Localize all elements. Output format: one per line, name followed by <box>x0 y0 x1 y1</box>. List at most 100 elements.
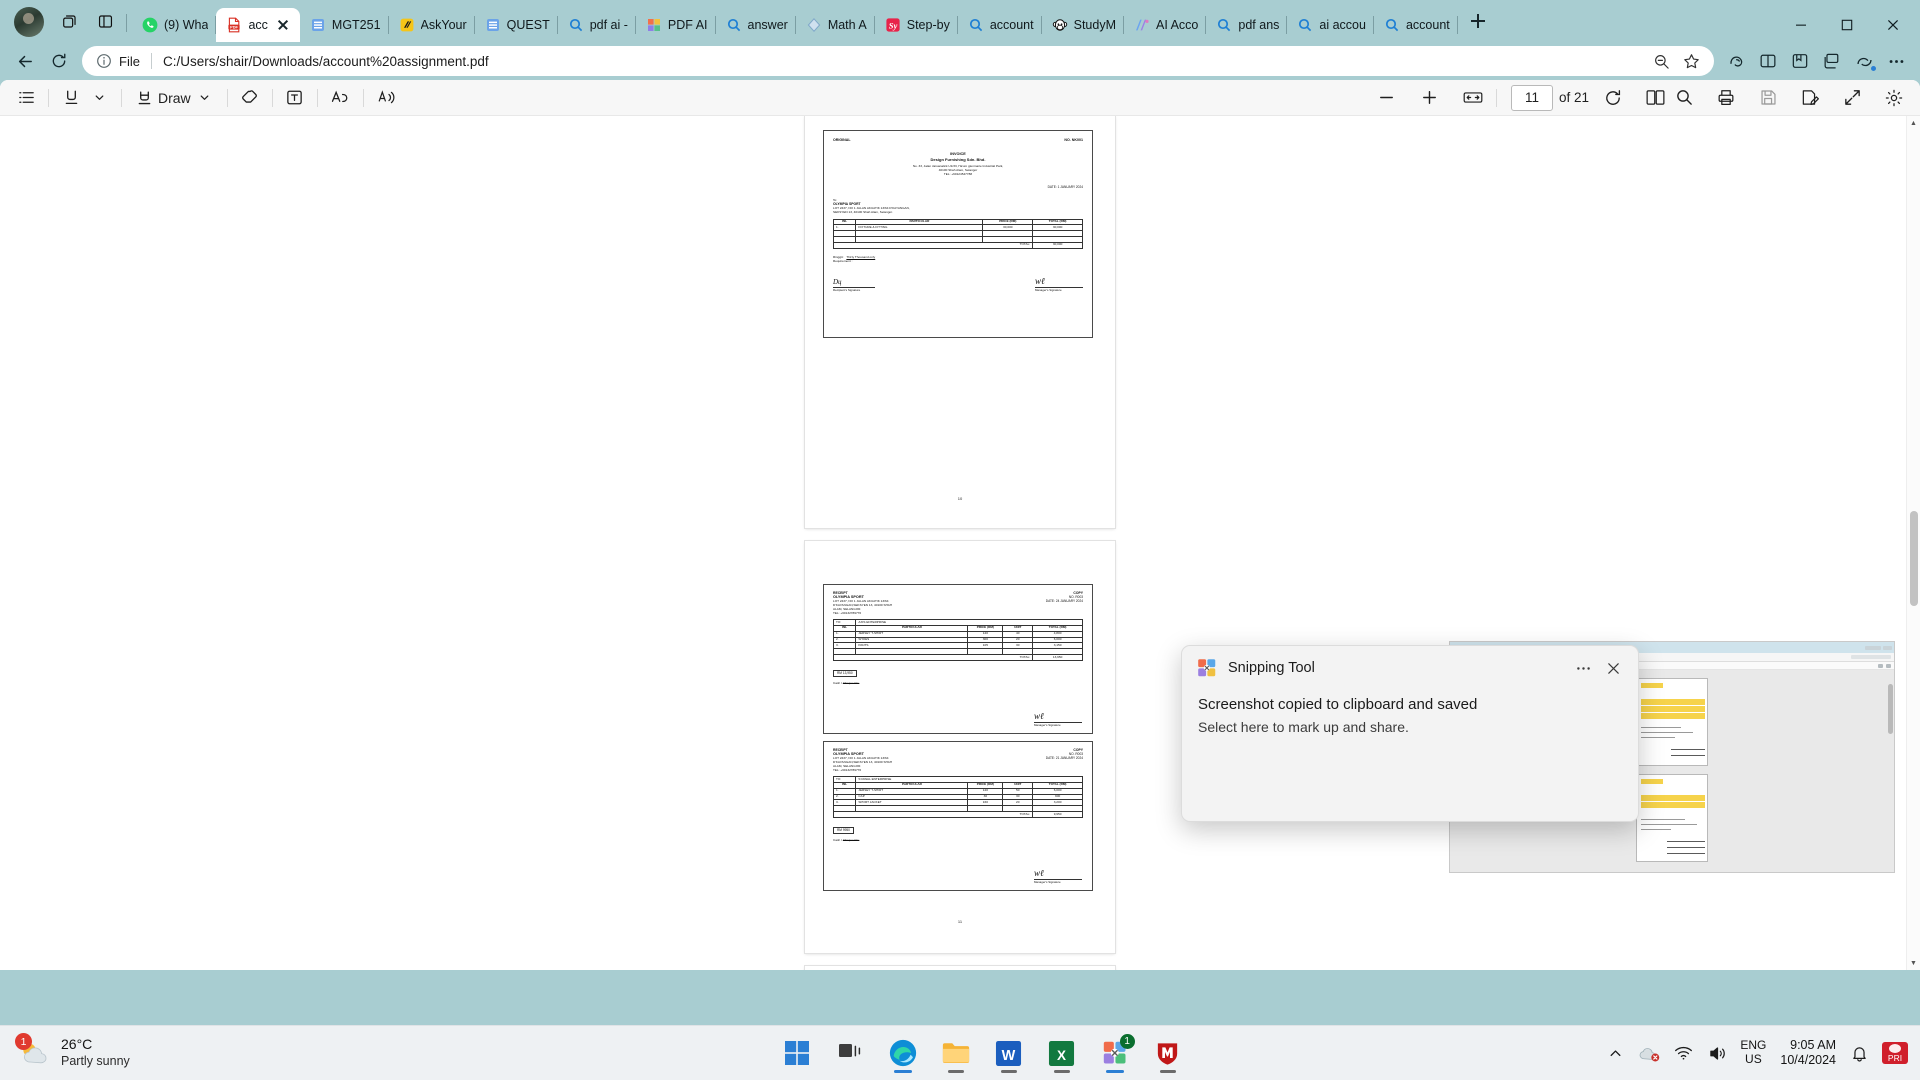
task-view-button[interactable] <box>828 1031 872 1075</box>
minimize-button[interactable] <box>1778 8 1824 42</box>
highlight-button[interactable] <box>57 84 85 112</box>
volume-icon[interactable] <box>1706 1042 1728 1064</box>
copilot-icon[interactable] <box>1720 46 1752 76</box>
scrollbar-thumb[interactable] <box>1910 511 1918 606</box>
mini-highlight <box>1641 699 1705 705</box>
site-info-icon[interactable] <box>96 53 112 69</box>
edge-taskbar-icon[interactable] <box>881 1031 925 1075</box>
tab-answer[interactable]: answer <box>716 8 797 42</box>
zoom-out-icon[interactable] <box>1648 48 1674 74</box>
save-as-button[interactable] <box>1796 84 1824 112</box>
page-view-button[interactable] <box>1641 84 1670 112</box>
tab-quest[interactable]: QUEST <box>475 8 558 42</box>
split-screen-icon[interactable] <box>1752 46 1784 76</box>
language-indicator[interactable]: ENG US <box>1740 1038 1766 1067</box>
table-of-contents-button[interactable] <box>12 84 40 112</box>
vertical-scrollbar[interactable]: ▲ ▼ <box>1906 116 1920 970</box>
save-button[interactable] <box>1754 84 1782 112</box>
tab-account-last[interactable]: account <box>1374 8 1458 42</box>
clock-date: 10/4/2024 <box>1780 1053 1836 1067</box>
close-icon[interactable] <box>274 16 292 34</box>
manager-signature: wℓ <box>1034 868 1044 878</box>
refresh-button[interactable] <box>42 46 76 76</box>
highlight-options-button[interactable] <box>85 84 113 112</box>
search-button[interactable] <box>1670 84 1698 112</box>
tab-account-pdf[interactable]: PDF acc <box>216 8 300 42</box>
scroll-down-arrow[interactable]: ▼ <box>1907 956 1920 970</box>
mini-text-line <box>1641 829 1671 830</box>
document-icon <box>311 19 324 31</box>
tab-whatsapp[interactable]: (9) Wha <box>132 8 217 42</box>
address-bar[interactable]: File C:/Users/shair/Downloads/account%20… <box>82 46 1714 76</box>
back-button[interactable] <box>8 46 42 76</box>
running-indicator <box>947 1070 964 1073</box>
tab-mgt251[interactable]: MGT251 <box>300 8 389 42</box>
add-text-button[interactable] <box>281 84 309 112</box>
browser-essentials-icon[interactable] <box>1848 46 1880 76</box>
tab-studymonkey[interactable]: StudyM <box>1042 8 1125 42</box>
close-icon[interactable] <box>1598 654 1628 682</box>
tab-label: MGT251 <box>331 18 381 32</box>
print-button[interactable] <box>1712 84 1740 112</box>
wifi-icon[interactable] <box>1672 1042 1694 1064</box>
tab-pdf-answers[interactable]: pdf ans <box>1206 8 1288 42</box>
tab-actions-menu-icon[interactable] <box>54 6 84 36</box>
more-options-icon[interactable] <box>1568 654 1598 682</box>
mini-chip <box>1865 645 1881 650</box>
profile-avatar[interactable] <box>14 7 44 37</box>
file-explorer-icon[interactable] <box>934 1031 978 1075</box>
erase-button[interactable] <box>236 84 264 112</box>
draw-button[interactable] <box>130 84 158 112</box>
tab-label: Step-by <box>906 18 950 32</box>
tab-math-ai[interactable]: Math A <box>796 8 875 42</box>
receipt-amount-box: RM 9950 <box>833 826 854 834</box>
zoom-out-button[interactable] <box>1372 84 1401 112</box>
tab-pdf-ai[interactable]: PDF AI <box>636 8 716 42</box>
scroll-up-arrow[interactable]: ▲ <box>1907 116 1920 130</box>
tab-account-search[interactable]: account <box>958 8 1042 42</box>
running-indicator <box>1053 1070 1070 1073</box>
mcafee-icon[interactable] <box>1146 1031 1190 1075</box>
snipping-tool-icon[interactable]: 1 <box>1093 1031 1137 1075</box>
total-label: TOTAL: <box>832 241 1034 249</box>
tab-label: AskYour <box>420 18 467 32</box>
read-aloud-button[interactable] <box>372 84 401 112</box>
text-style-button[interactable] <box>326 84 355 112</box>
tab-ai-account[interactable]: ai accou <box>1287 8 1374 42</box>
weather-widget[interactable]: 1 26°C Partly sunny <box>0 1033 360 1069</box>
zoom-in-button[interactable] <box>1415 84 1444 112</box>
mini-scrollbar-thumb <box>1888 684 1893 734</box>
settings-button[interactable] <box>1880 84 1908 112</box>
tab-askyourpdf[interactable]: AskYour <box>389 8 475 42</box>
split-screen-tab-icon[interactable] <box>90 6 120 36</box>
tab-ai-accounting[interactable]: AI Acco <box>1124 8 1207 42</box>
favorites-icon[interactable] <box>1784 46 1816 76</box>
onedrive-sync-error-icon[interactable] <box>1638 1042 1660 1064</box>
tab-symbolab[interactable]: Sy Step-by <box>875 8 958 42</box>
settings-and-more-icon[interactable] <box>1880 46 1912 76</box>
excel-icon[interactable]: X <box>1040 1031 1084 1075</box>
notifications-icon[interactable] <box>1848 1042 1870 1064</box>
draw-options-button[interactable] <box>191 84 219 112</box>
new-tab-button[interactable] <box>1464 7 1492 35</box>
star-icon[interactable] <box>1678 48 1704 74</box>
maximize-button[interactable] <box>1824 8 1870 42</box>
start-button[interactable] <box>775 1031 819 1075</box>
mini-text-line <box>1641 732 1693 733</box>
collections-icon[interactable] <box>1816 46 1848 76</box>
close-button[interactable] <box>1870 8 1916 42</box>
total-label: TOTAL: <box>832 654 1034 662</box>
word-icon[interactable]: W <box>987 1031 1031 1075</box>
fit-to-width-button[interactable] <box>1458 84 1488 112</box>
tab-pdf-ai-search[interactable]: pdf ai - <box>558 8 637 42</box>
mini-text-line <box>1641 727 1681 728</box>
show-hidden-icons[interactable] <box>1604 1042 1626 1064</box>
clock[interactable]: 9:05 AM 10/4/2024 <box>1778 1038 1836 1068</box>
snipping-tool-notification[interactable]: Snipping Tool Screenshot copied to clipb… <box>1181 645 1639 822</box>
page-number-input[interactable]: 11 <box>1510 84 1553 111</box>
rotate-button[interactable] <box>1599 84 1627 112</box>
pri-indicator[interactable]: PRI <box>1882 1042 1908 1064</box>
pdf-page-10: ORIGINAL NO. NK001 INVOICE Design Furnis… <box>805 116 1115 528</box>
fullscreen-button[interactable] <box>1838 84 1866 112</box>
total-value: 13,950 <box>1032 654 1083 662</box>
